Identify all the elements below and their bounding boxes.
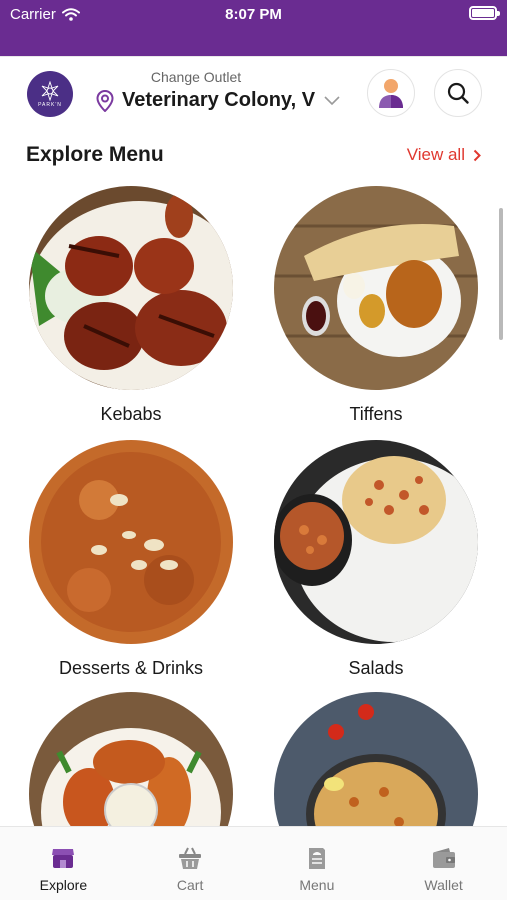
menu-book-icon [308,848,325,869]
store-icon [52,849,75,868]
logo-text: PARK'N [38,101,62,108]
category-tile-biryani[interactable] [274,692,478,826]
view-all-label: View all [406,145,465,164]
kebabs-image [29,186,233,390]
wallet-icon [432,848,455,868]
desserts-image [29,440,233,644]
outlet-selector[interactable]: Change Outlet Veterinary Colony, V [96,69,346,112]
search-button[interactable] [434,69,482,117]
tab-label: Menu [299,877,335,893]
location-pin-icon [96,89,114,112]
category-tile-desserts-drinks[interactable]: Desserts & Drinks [29,440,233,679]
tab-wallet[interactable]: Wallet [380,827,507,900]
category-tile-kebabs[interactable]: Kebabs [29,186,233,425]
tab-label: Wallet [424,877,463,893]
category-grid: Kebabs Tiffens Desserts & Drinks Salads [0,186,507,826]
section-title: Explore Menu [26,143,164,166]
tab-explore[interactable]: Explore [0,827,127,900]
tiffens-image [274,186,478,390]
basket-icon [179,847,202,869]
brand-logo[interactable]: PARK'N [27,71,73,117]
user-avatar-icon [379,79,403,108]
category-label: Kebabs [100,404,162,424]
battery-icon [469,6,500,20]
scroll-indicator[interactable] [499,208,503,340]
category-label: Salads [348,658,404,678]
category-tile-chicken[interactable] [29,692,233,826]
chevron-right-icon [473,149,481,161]
chevron-down-icon [324,95,340,105]
tab-menu[interactable]: Menu [254,827,381,900]
explore-menu-header: Explore Menu View all [26,140,481,170]
tab-label: Cart [176,877,204,893]
bottom-tab-bar: Explore Cart Menu Wallet [0,826,507,900]
status-bar: Carrier 8:07 PM [0,0,507,56]
view-all-link[interactable]: View all [407,145,481,165]
tab-label: Explore [39,877,88,893]
category-label: Tiffens [349,404,403,424]
chicken-image [29,692,233,826]
category-label: Desserts & Drinks [58,658,204,678]
app-header: PARK'N Change Outlet Veterinary Colony, … [0,56,507,130]
category-tile-salads[interactable]: Salads [274,440,478,679]
flower-logo-icon [41,80,59,101]
biryani-image [274,692,478,826]
status-time: 8:07 PM [225,6,282,23]
tab-cart[interactable]: Cart [127,827,254,900]
search-icon [447,82,469,104]
profile-button[interactable] [367,69,415,117]
salads-image [274,440,478,644]
change-outlet-label: Change Outlet [150,69,242,85]
outlet-name: Veterinary Colony, V [122,89,316,111]
category-tile-tiffens[interactable]: Tiffens [274,186,478,425]
